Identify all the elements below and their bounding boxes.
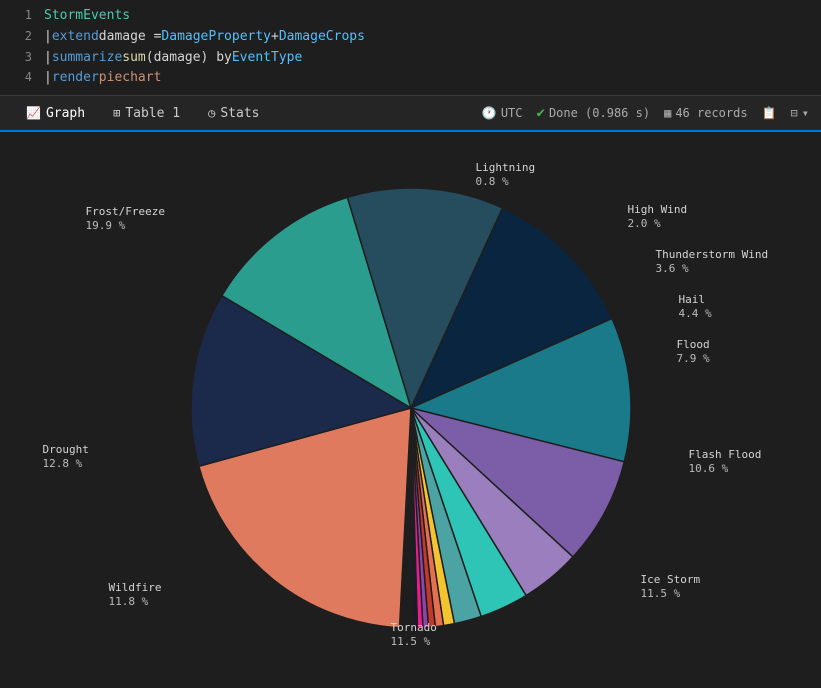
expand-button[interactable]: ⊟ ▾ xyxy=(791,106,809,120)
label-flood: Flood 7.9 % xyxy=(677,338,710,367)
label-tornado: Tornado 11.5 % xyxy=(391,621,437,650)
pie-container: Lightning 0.8 % High Wind 2.0 % Thunders… xyxy=(21,153,801,663)
code-line-1: 1 StormEvents xyxy=(0,6,821,27)
pie-chart-svg xyxy=(171,168,651,648)
tab-stats-label: Stats xyxy=(220,106,259,121)
copy-icon: 📋 xyxy=(762,106,777,120)
records-icon: ▦ xyxy=(664,106,671,120)
code-token: StormEvents xyxy=(44,6,130,27)
code-token: piechart xyxy=(99,68,162,89)
chevron-icon: ▾ xyxy=(802,106,809,120)
copy-button[interactable]: 📋 xyxy=(762,106,777,120)
code-line-3: 3 | summarize sum (damage) by EventType xyxy=(0,48,821,69)
code-token: sum xyxy=(122,48,145,69)
line-number: 2 xyxy=(8,27,32,46)
code-token: DamageCrops xyxy=(279,27,365,48)
tab-graph[interactable]: 📈 Graph xyxy=(12,96,99,132)
chart-area: Lightning 0.8 % High Wind 2.0 % Thunders… xyxy=(0,132,821,684)
label-wildfire: Wildfire 11.8 % xyxy=(109,581,162,610)
label-frost-freeze: Frost/Freeze 19.9 % xyxy=(86,205,165,234)
code-token: render xyxy=(52,68,99,89)
label-drought: Drought 12.8 % xyxy=(43,443,89,472)
code-token: extend xyxy=(52,27,99,48)
label-lightning: Lightning 0.8 % xyxy=(476,161,536,190)
code-token: EventType xyxy=(232,48,302,69)
done-icon: ✔ xyxy=(537,105,545,121)
line-number: 3 xyxy=(8,48,32,67)
label-high-wind: High Wind 2.0 % xyxy=(628,203,688,232)
code-line-2: 2 | extend damage = DamageProperty + Dam… xyxy=(0,27,821,48)
graph-icon: 📈 xyxy=(26,106,41,120)
code-editor: 1 StormEvents 2 | extend damage = Damage… xyxy=(0,0,821,96)
records-label: 46 records xyxy=(675,106,747,120)
tab-graph-label: Graph xyxy=(46,106,85,121)
code-line-4: 4 | render piechart xyxy=(0,68,821,89)
code-token: | xyxy=(44,68,52,89)
records-item: ▦ 46 records xyxy=(664,106,747,120)
label-ice-storm: Ice Storm 11.5 % xyxy=(641,573,701,602)
timezone-label: UTC xyxy=(501,106,523,120)
line-number: 1 xyxy=(8,6,32,25)
table-icon: ⊞ xyxy=(113,106,120,120)
code-token: DamageProperty xyxy=(161,27,271,48)
label-thunderstorm-wind: Thunderstorm Wind 3.6 % xyxy=(656,248,769,277)
code-token: damage = xyxy=(99,27,162,48)
status-done-item: ✔ Done (0.986 s) xyxy=(537,105,651,121)
tab-table1[interactable]: ⊞ Table 1 xyxy=(99,96,194,132)
tab-stats[interactable]: ◷ Stats xyxy=(194,96,273,132)
status-bar: 🕐 UTC ✔ Done (0.986 s) ▦ 46 records 📋 ⊟ … xyxy=(482,105,809,121)
stats-icon: ◷ xyxy=(208,106,215,120)
tab-table1-label: Table 1 xyxy=(125,106,180,121)
results-toolbar: 📈 Graph ⊞ Table 1 ◷ Stats 🕐 UTC ✔ Done (… xyxy=(0,96,821,132)
status-done-label: Done (0.986 s) xyxy=(549,106,650,120)
clock-icon: 🕐 xyxy=(482,106,497,120)
timezone-item: 🕐 UTC xyxy=(482,106,523,120)
code-token: summarize xyxy=(52,48,122,69)
label-flash-flood: Flash Flood 10.6 % xyxy=(689,448,762,477)
code-token: | xyxy=(44,27,52,48)
code-token: + xyxy=(271,27,279,48)
label-hail: Hail 4.4 % xyxy=(679,293,712,322)
code-token: | xyxy=(44,48,52,69)
expand-icon: ⊟ xyxy=(791,106,798,120)
line-number: 4 xyxy=(8,68,32,87)
code-token: (damage) by xyxy=(146,48,232,69)
